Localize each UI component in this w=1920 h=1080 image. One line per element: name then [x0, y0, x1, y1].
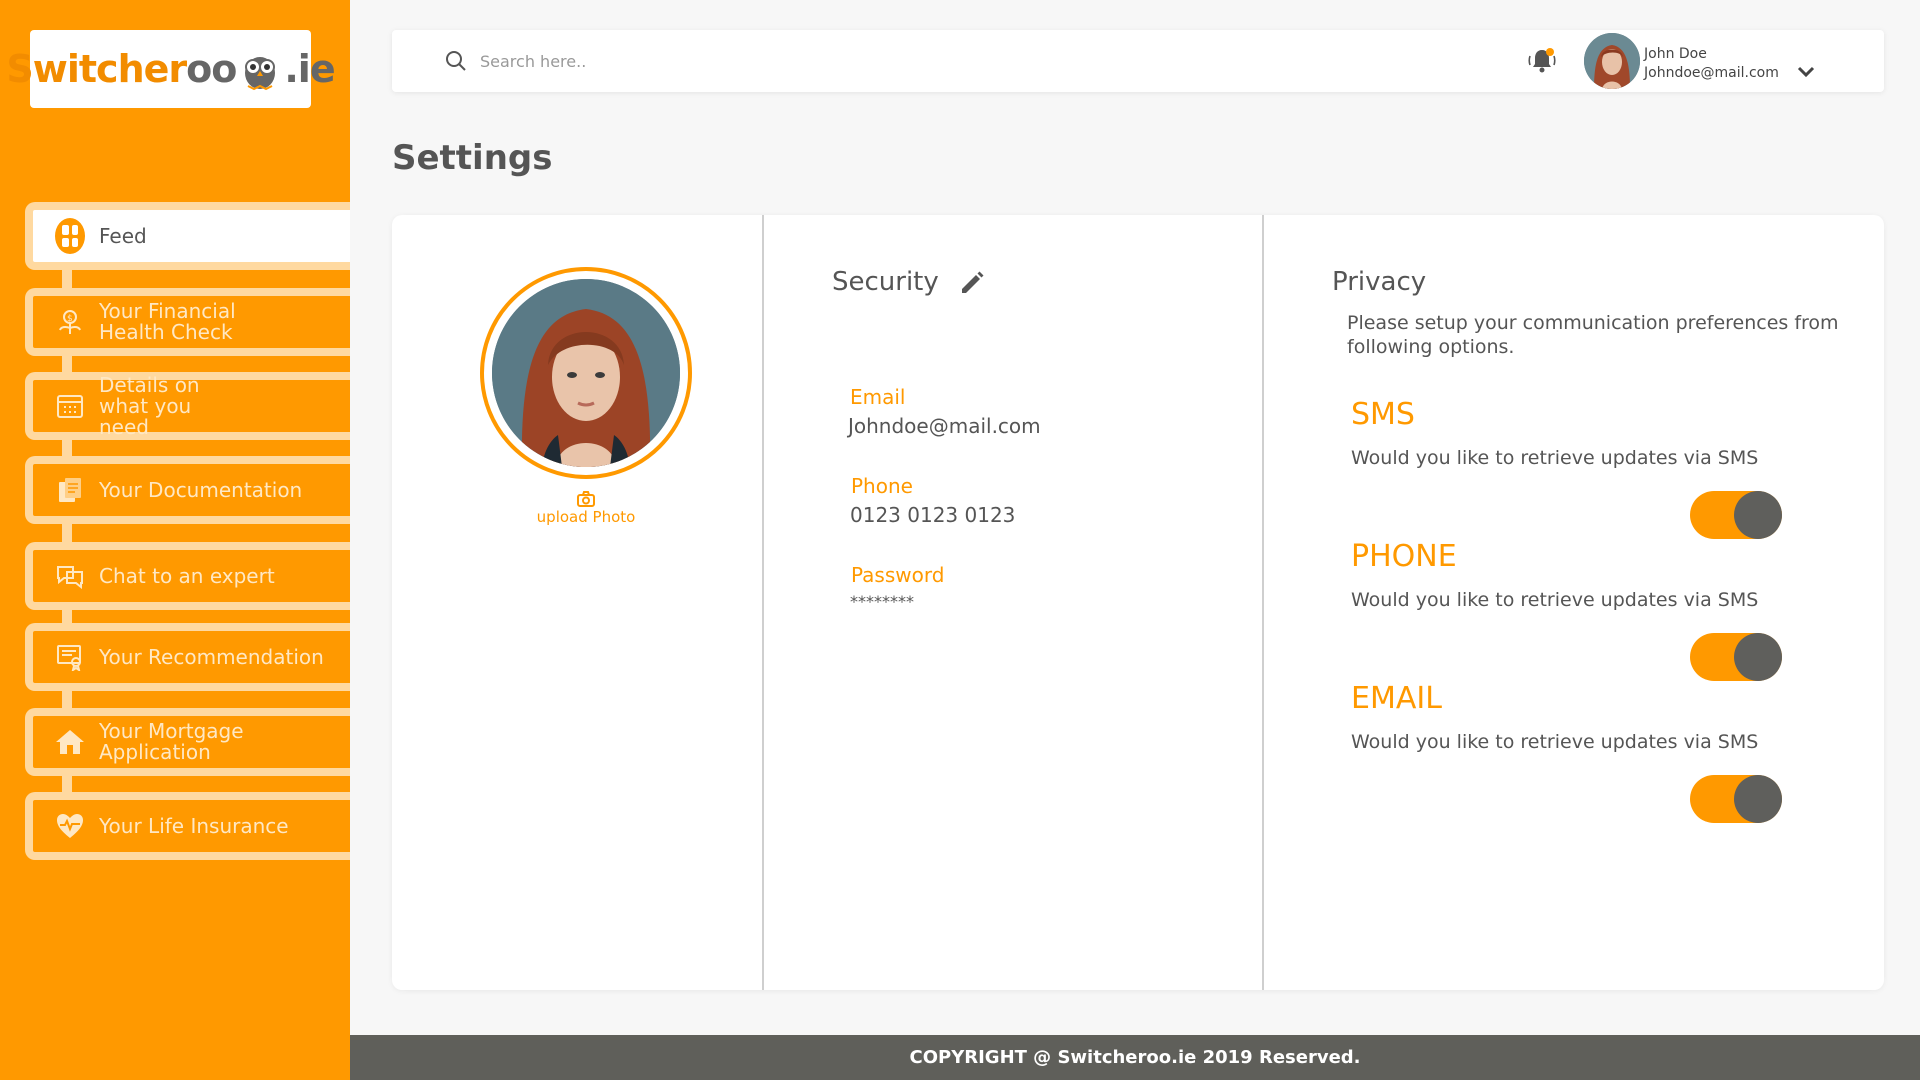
grid-icon	[55, 218, 85, 254]
profile-photo-frame	[480, 267, 692, 479]
pencil-icon[interactable]	[958, 269, 986, 297]
svg-text:$: $	[67, 314, 73, 324]
calendar-icon	[55, 391, 85, 421]
toggle-knob	[1734, 633, 1782, 681]
password-label: Password	[851, 563, 945, 587]
sidebar-item-label: Your Financial Health Check	[99, 299, 236, 344]
chat-icon	[55, 561, 85, 591]
settings-card: upload Photo Security Email Johndoe@mail…	[392, 215, 1884, 990]
email-pref-description: Would you like to retrieve updates via S…	[1351, 731, 1759, 753]
privacy-description: Please setup your communication preferen…	[1347, 312, 1839, 358]
column-divider	[762, 215, 764, 990]
bell-icon[interactable]	[1525, 44, 1559, 78]
sidebar-item-label: Your Mortgage Application	[99, 719, 244, 764]
owl-icon	[245, 57, 276, 91]
phone-toggle[interactable]	[1690, 633, 1782, 681]
email-pref-title: EMAIL	[1351, 681, 1442, 716]
sidebar-item-label: Your Documentation	[99, 477, 303, 502]
money-plant-icon: $	[55, 307, 85, 337]
search-icon[interactable]	[444, 49, 468, 73]
user-email: Johndoe@mail.com	[1644, 65, 1779, 81]
documents-icon	[55, 475, 85, 505]
footer: COPYRIGHT @ Switcheroo.ie 2019 Reserved.	[350, 1035, 1920, 1080]
privacy-title: Privacy	[1332, 267, 1427, 297]
sidebar-item-label: Feed	[99, 223, 147, 248]
sidebar-item-details[interactable]: Details on what you need	[25, 372, 350, 440]
camera-icon[interactable]	[577, 491, 595, 507]
sidebar-item-financial-health-check[interactable]: $ Your Financial Health Check	[25, 288, 350, 356]
sidebar-item-label: Details on what you need	[99, 372, 200, 439]
sidebar-item-documentation[interactable]: Your Documentation	[25, 456, 350, 524]
sidebar-item-feed[interactable]: Feed	[25, 202, 350, 270]
phone-pref-title: PHONE	[1351, 539, 1457, 574]
phone-value: 0123 0123 0123	[850, 503, 1016, 527]
certificate-icon	[55, 642, 85, 672]
sidebar-item-mortgage[interactable]: Your Mortgage Application	[25, 708, 350, 776]
sms-pref-title: SMS	[1351, 397, 1415, 432]
sidebar-item-label: Your Life Insurance	[99, 813, 289, 838]
sms-toggle[interactable]	[1690, 491, 1782, 539]
sms-pref-description: Would you like to retrieve updates via S…	[1351, 447, 1759, 469]
sidebar-item-life-insurance[interactable]: Your Life Insurance	[25, 792, 350, 860]
email-toggle[interactable]	[1690, 775, 1782, 823]
email-label: Email	[850, 385, 906, 409]
house-icon	[55, 727, 85, 757]
chevron-down-icon[interactable]	[1796, 64, 1816, 80]
logo-text-switcher: Switcher	[6, 47, 187, 91]
toggle-knob	[1734, 775, 1782, 823]
copyright-text: COPYRIGHT @ Switcheroo.ie 2019 Reserved.	[909, 1047, 1361, 1068]
top-bar: John Doe Johndoe@mail.com	[392, 30, 1884, 92]
heart-hand-icon	[55, 811, 85, 841]
logo-text-oo: oo	[186, 47, 237, 91]
search-input[interactable]	[480, 47, 980, 75]
sidebar: Switcher oo .ie Feed $ Your Financial Hea…	[0, 0, 350, 1080]
sidebar-item-label: Chat to an expert	[99, 563, 275, 588]
phone-pref-description: Would you like to retrieve updates via S…	[1351, 589, 1759, 611]
page-title: Settings	[392, 138, 553, 178]
logo-text-domain: .ie	[284, 47, 335, 91]
column-divider	[1262, 215, 1264, 990]
sidebar-item-chat-expert[interactable]: Chat to an expert	[25, 542, 350, 610]
avatar[interactable]	[1584, 33, 1640, 89]
sidebar-item-label: Your Recommendation	[99, 644, 324, 669]
logo[interactable]: Switcher oo .ie	[6, 30, 336, 108]
email-value: Johndoe@mail.com	[848, 414, 1041, 438]
password-value: ********	[850, 592, 914, 611]
user-name: John Doe	[1644, 46, 1707, 62]
upload-photo-link[interactable]: upload Photo	[472, 508, 700, 526]
toggle-knob	[1734, 491, 1782, 539]
security-title: Security	[832, 267, 939, 297]
sidebar-item-recommendation[interactable]: Your Recommendation	[25, 623, 350, 691]
phone-label: Phone	[851, 474, 913, 498]
profile-photo	[492, 279, 680, 467]
